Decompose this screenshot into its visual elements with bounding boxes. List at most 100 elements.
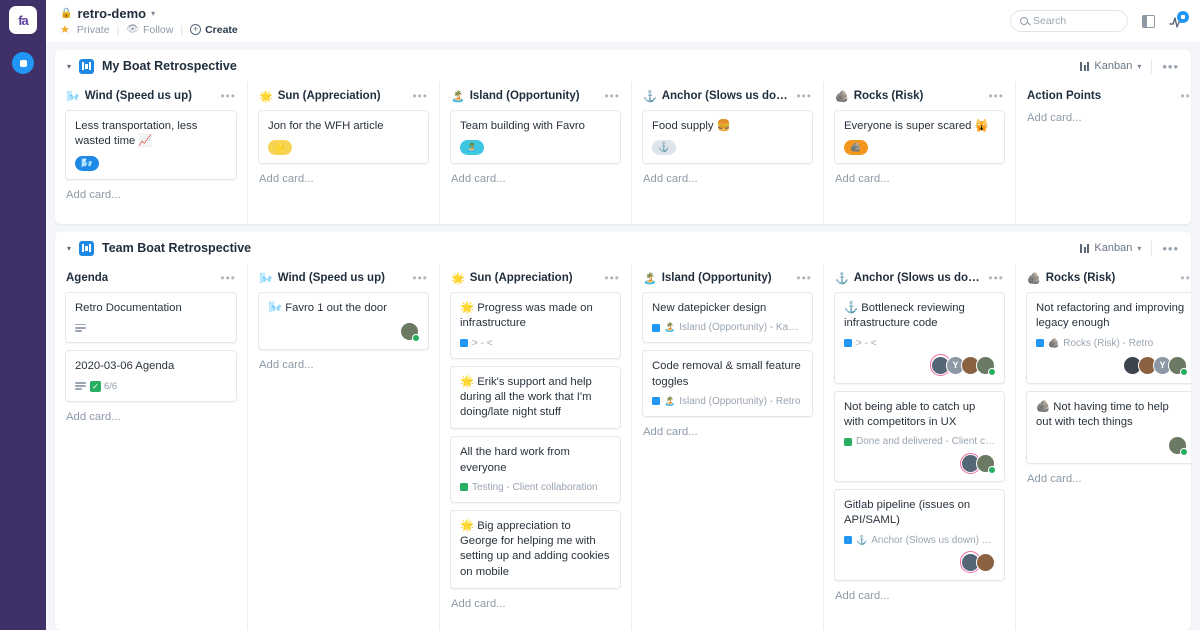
column-menu-button[interactable]: •••: [1180, 272, 1191, 284]
checklist-badge: ✓6/6: [90, 381, 117, 392]
column-menu-button[interactable]: •••: [220, 272, 236, 284]
column: ⚓Anchor (Slows us down)•••Food supply 🍔⚓…: [631, 82, 823, 224]
status-color-swatch: [652, 324, 660, 332]
card[interactable]: Retro Documentation: [65, 292, 237, 343]
add-card-button[interactable]: Add card...: [65, 409, 237, 425]
card-title: Not being able to catch up with competit…: [844, 400, 995, 431]
status-color-swatch: [460, 483, 468, 491]
avatar[interactable]: [1168, 436, 1187, 455]
column-menu-button[interactable]: •••: [796, 272, 812, 284]
kanban-view-icon: [1080, 62, 1089, 71]
add-card-button[interactable]: Add card...: [258, 171, 429, 187]
card[interactable]: New datepicker design🏝️Island (Opportuni…: [642, 292, 813, 343]
column-menu-button[interactable]: •••: [220, 90, 236, 102]
card-source-meta: 🏝️Island (Opportunity) - Retro: [652, 395, 803, 408]
divider: |: [117, 24, 120, 36]
column-menu-button[interactable]: •••: [796, 90, 812, 102]
column-title: Anchor (Slows us down): [854, 272, 984, 284]
columns: 🌬️ Wind (Speed us up) ••• Less transportati…: [55, 82, 1191, 224]
card[interactable]: Team building with Favro🏝️: [450, 110, 621, 164]
card[interactable]: 2020-03-06 Agenda ✓6/6: [65, 350, 237, 401]
column-header: 🪨Rocks (Risk)•••: [1016, 264, 1191, 292]
add-card-button[interactable]: Add card...: [834, 171, 1005, 187]
avatar[interactable]: [400, 322, 419, 341]
board-menu-button[interactable]: •••: [1162, 60, 1179, 73]
card-title: 🌟 Erik's support and help during all the…: [460, 375, 611, 421]
chevron-down-icon[interactable]: ▾: [151, 9, 155, 18]
favro-logo-icon[interactable]: fa: [9, 6, 37, 34]
view-selector[interactable]: Kanban▾: [1080, 242, 1141, 254]
card[interactable]: Not refactoring and improving legacy eno…: [1026, 292, 1191, 384]
divider: [1151, 241, 1152, 256]
card[interactable]: 🌟 Erik's support and help during all the…: [450, 366, 621, 430]
kanban-board-icon: [79, 241, 94, 256]
column-emoji-icon: 🪨: [835, 90, 849, 103]
card-tag[interactable]: 🌟: [268, 140, 292, 155]
card[interactable]: Less transportation, less wasted time 📈🌬…: [65, 110, 237, 180]
add-card-button[interactable]: Add card...: [834, 588, 1005, 604]
card[interactable]: Gitlab pipeline (issues on API/SAML)⚓Anc…: [834, 489, 1005, 581]
card[interactable]: All the hard work from everyoneTesting -…: [450, 436, 621, 503]
search-input[interactable]: Search: [1010, 10, 1128, 32]
column: ⚓Anchor (Slows us down)•••⚓ Bottleneck r…: [823, 264, 1015, 630]
card[interactable]: Code removal & small feature toggles 🏝️Is…: [642, 350, 813, 417]
add-card-button[interactable]: Add card...: [642, 424, 813, 440]
card-tag[interactable]: 🪨: [844, 140, 868, 155]
column-menu-button[interactable]: •••: [988, 272, 1004, 284]
panel-toggle-icon[interactable]: [1142, 15, 1155, 28]
add-card-button[interactable]: Add card...: [1026, 110, 1191, 126]
board-menu-button[interactable]: •••: [1162, 242, 1179, 255]
card[interactable]: 🌬️ Favro 1 out the door: [258, 292, 429, 350]
board: ▾My Boat RetrospectiveKanban▾•••🌬️Wind (…: [55, 50, 1191, 224]
avatar[interactable]: [976, 454, 995, 473]
activity-icon[interactable]: [1169, 14, 1186, 29]
card-title: 2020-03-06 Agenda: [75, 359, 227, 374]
create-button[interactable]: + Create: [190, 24, 238, 36]
collapse-toggle-icon[interactable]: ▾: [67, 244, 71, 253]
card-source-label: Anchor (Slows us down) - Kanb…: [871, 535, 995, 546]
card[interactable]: 🌟 Progress was made on infrastructure> -…: [450, 292, 621, 359]
card[interactable]: 🪨 Not having time to help out with tech …: [1026, 391, 1191, 465]
column-header: 🌟Sun (Appreciation)•••: [248, 82, 439, 110]
column-title: Wind (Speed us up): [85, 90, 192, 102]
card-avatars: [1036, 436, 1187, 455]
eye-icon: 👁: [126, 24, 139, 35]
collapse-toggle-icon[interactable]: ▾: [67, 62, 71, 71]
card[interactable]: Food supply 🍔⚓: [642, 110, 813, 164]
avatar[interactable]: [976, 356, 995, 375]
card[interactable]: Not being able to catch up with competit…: [834, 391, 1005, 483]
follow-button[interactable]: 👁 Follow: [126, 24, 173, 36]
add-card-button[interactable]: Add card...: [450, 171, 621, 187]
star-icon[interactable]: ★: [60, 23, 70, 36]
column-menu-button[interactable]: •••: [988, 90, 1004, 102]
card-tag[interactable]: ⚓: [652, 140, 676, 155]
column-title: Wind (Speed us up): [278, 272, 385, 284]
card[interactable]: Everyone is super scared 🙀🪨: [834, 110, 1005, 164]
card-tag[interactable]: 🌬️: [75, 156, 99, 171]
column-menu-button[interactable]: •••: [604, 272, 620, 284]
card-tag[interactable]: 🏝️: [460, 140, 484, 155]
user-avatar[interactable]: [12, 52, 34, 74]
column-emoji-icon: 🏝️: [451, 90, 465, 103]
card[interactable]: 🌟 Big appreciation to George for helping…: [450, 510, 621, 589]
card[interactable]: ⚓ Bottleneck reviewing infrastructure co…: [834, 292, 1005, 384]
add-card-button[interactable]: Add card...: [65, 187, 237, 203]
add-card-button[interactable]: Add card...: [642, 171, 813, 187]
source-column-emoji-icon: 🏝️: [664, 322, 675, 333]
column-menu-button[interactable]: •••: [412, 90, 428, 102]
add-card-button[interactable]: Add card...: [450, 596, 621, 612]
column-menu-button[interactable]: •••: [412, 272, 428, 284]
add-card-button[interactable]: Add card...: [1026, 471, 1191, 487]
card-source-label: > - <: [856, 338, 877, 349]
column-menu-button[interactable]: •••: [1180, 90, 1191, 102]
column: 🌬️Wind (Speed us up)•••🌬️ Favro 1 out th…: [247, 264, 439, 630]
card-title: Code removal & small feature toggles: [652, 359, 803, 390]
avatar[interactable]: [1168, 356, 1187, 375]
column-menu-button[interactable]: •••: [604, 90, 620, 102]
kanban-view-icon: [1080, 244, 1089, 253]
card-meta: ✓6/6: [75, 380, 227, 393]
view-selector[interactable]: Kanban▾: [1080, 60, 1141, 72]
card[interactable]: Jon for the WFH article🌟: [258, 110, 429, 164]
add-card-button[interactable]: Add card...: [258, 357, 429, 373]
avatar[interactable]: [976, 553, 995, 572]
